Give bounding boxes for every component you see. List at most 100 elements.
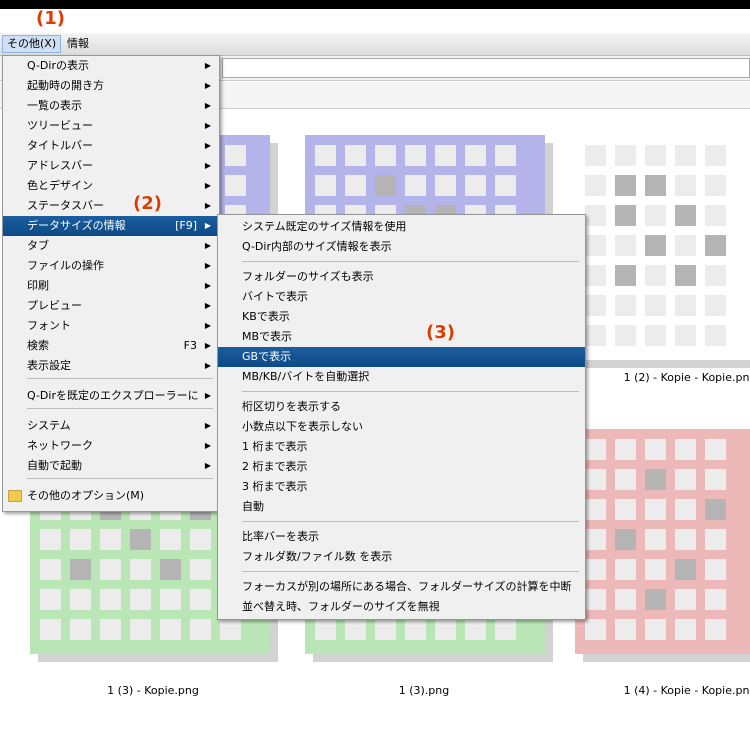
- submenu-item[interactable]: 並べ替え時、フォルダーのサイズを無視: [218, 597, 585, 617]
- menu-item[interactable]: 自動で起動 ▶: [3, 456, 219, 476]
- submenu-item[interactable]: フォルダ数/ファイル数 を表示: [218, 547, 585, 567]
- submenu-item[interactable]: Q-Dir内部のサイズ情報を表示: [218, 237, 585, 257]
- submenu-arrow-icon: ▶: [204, 261, 211, 270]
- menu-item-label: ステータスバー: [27, 199, 104, 212]
- grid-cell: [705, 619, 726, 640]
- menu-item[interactable]: アドレスバー ▶: [3, 156, 219, 176]
- grid-cell: [40, 559, 61, 580]
- grid-cell: [585, 295, 606, 316]
- grid-cell: [130, 589, 151, 610]
- menu-other[interactable]: その他(X): [2, 35, 62, 53]
- grid-cell: [160, 589, 181, 610]
- grid-cell: [345, 175, 366, 196]
- grid-cell: [705, 469, 726, 490]
- menu-item[interactable]: 色とデザイン ▶: [3, 176, 219, 196]
- submenu-arrow-icon: ▶: [204, 391, 211, 400]
- grid-cell: [645, 559, 666, 580]
- grid-cell: [345, 145, 366, 166]
- menu-item[interactable]: 検索 F3 ▶: [3, 336, 219, 356]
- submenu-item-label: フォルダーのサイズも表示: [242, 270, 374, 283]
- submenu-item[interactable]: フォルダーのサイズも表示: [218, 267, 585, 287]
- grid-cell: [675, 205, 696, 226]
- grid-cell: [675, 499, 696, 520]
- submenu-item[interactable]: KBで表示: [218, 307, 585, 327]
- menu-item[interactable]: 表示設定 ▶: [3, 356, 219, 376]
- image-thumbnail[interactable]: [575, 429, 750, 654]
- menu-item[interactable]: タブ ▶: [3, 236, 219, 256]
- file-name[interactable]: 1 (2) - Kopie - Kopie.png: [600, 371, 750, 384]
- menu-item[interactable]: 一覧の表示 ▶: [3, 96, 219, 116]
- menu-item[interactable]: プレビュー ▶: [3, 296, 219, 316]
- submenu-item[interactable]: GBで表示: [218, 347, 585, 367]
- menu-item[interactable]: フォント ▶: [3, 316, 219, 336]
- menu-item[interactable]: その他のオプション(M): [3, 486, 219, 506]
- menu-item[interactable]: ツリービュー ▶: [3, 116, 219, 136]
- menu-item[interactable]: Q-Dirの表示 ▶: [3, 56, 219, 76]
- grid-cell: [375, 145, 396, 166]
- menu-item-shortcut: [F9]: [175, 219, 197, 232]
- menu-item[interactable]: ファイルの操作 ▶: [3, 256, 219, 276]
- menu-item[interactable]: ネットワーク ▶: [3, 436, 219, 456]
- submenu-item[interactable]: 2 桁まで表示: [218, 457, 585, 477]
- grid-cell: [705, 559, 726, 580]
- file-name[interactable]: 1 (3).png: [334, 684, 514, 697]
- grid-cell: [615, 145, 636, 166]
- grid-cell: [705, 265, 726, 286]
- submenu-arrow-icon: ▶: [204, 161, 211, 170]
- grid-cell: [675, 295, 696, 316]
- grid-cell: [615, 529, 636, 550]
- menu-item[interactable]: 印刷 ▶: [3, 276, 219, 296]
- submenu-arrow-icon: ▶: [204, 61, 211, 70]
- submenu-item[interactable]: MB/KB/バイトを自動選択: [218, 367, 585, 387]
- grid-cell: [495, 175, 516, 196]
- submenu-item[interactable]: システム既定のサイズ情報を使用: [218, 217, 585, 237]
- grid-cell: [705, 235, 726, 256]
- grid-cell: [585, 235, 606, 256]
- menu-item-label: システム: [27, 419, 71, 432]
- submenu-item[interactable]: フォーカスが別の場所にある場合、フォルダーサイズの計算を中断: [218, 577, 585, 597]
- submenu-item[interactable]: 比率バーを表示: [218, 527, 585, 547]
- menu-item[interactable]: システム ▶: [3, 416, 219, 436]
- grid-cell: [645, 619, 666, 640]
- menu-item[interactable]: 起動時の開き方 ▶: [3, 76, 219, 96]
- grid-cell: [70, 529, 91, 550]
- file-name[interactable]: 1 (4) - Kopie - Kopie.png: [600, 684, 750, 697]
- submenu-arrow-icon: ▶: [204, 321, 211, 330]
- image-thumbnail[interactable]: [575, 135, 750, 360]
- submenu-arrow-icon: ▶: [204, 121, 211, 130]
- menu-separator: [242, 391, 579, 392]
- submenu-item[interactable]: 1 桁まで表示: [218, 437, 585, 457]
- submenu-item[interactable]: 自動: [218, 497, 585, 517]
- grid-cell: [615, 589, 636, 610]
- submenu-item[interactable]: MBで表示: [218, 327, 585, 347]
- menu-item-label: ツリービュー: [27, 119, 93, 132]
- menu-item[interactable]: タイトルバー ▶: [3, 136, 219, 156]
- menu-item-label: Q-Dirの表示: [27, 59, 89, 72]
- grid-cell: [435, 619, 456, 640]
- file-name[interactable]: 1 (3) - Kopie.png: [63, 684, 243, 697]
- grid-cell: [465, 145, 486, 166]
- grid-cell: [705, 589, 726, 610]
- grid-cell: [615, 559, 636, 580]
- menu-info[interactable]: 情報: [63, 36, 93, 52]
- grid-cell: [645, 529, 666, 550]
- submenu-item[interactable]: 小数点以下を表示しない: [218, 417, 585, 437]
- grid-cell: [435, 145, 456, 166]
- grid-cell: [705, 325, 726, 346]
- submenu-item[interactable]: 3 桁まで表示: [218, 477, 585, 497]
- menu-bar: その他(X) 情報: [0, 33, 750, 56]
- submenu-arrow-icon: ▶: [204, 421, 211, 430]
- menu-separator: [242, 521, 579, 522]
- menu-item[interactable]: ステータスバー ▶: [3, 196, 219, 216]
- grid-cell: [675, 529, 696, 550]
- grid-cell: [675, 439, 696, 460]
- submenu-arrow-icon: ▶: [204, 221, 211, 230]
- menu-item[interactable]: Q-Dirを既定のエクスプローラーに ▶: [3, 386, 219, 406]
- grid-cell: [675, 619, 696, 640]
- address-input[interactable]: [222, 58, 750, 78]
- submenu-item[interactable]: 桁区切りを表示する: [218, 397, 585, 417]
- submenu-item[interactable]: バイトで表示: [218, 287, 585, 307]
- menu-item[interactable]: データサイズの情報 [F9] ▶: [3, 216, 219, 236]
- menu-item-label: アドレスバー: [27, 159, 93, 172]
- grid-cell: [70, 589, 91, 610]
